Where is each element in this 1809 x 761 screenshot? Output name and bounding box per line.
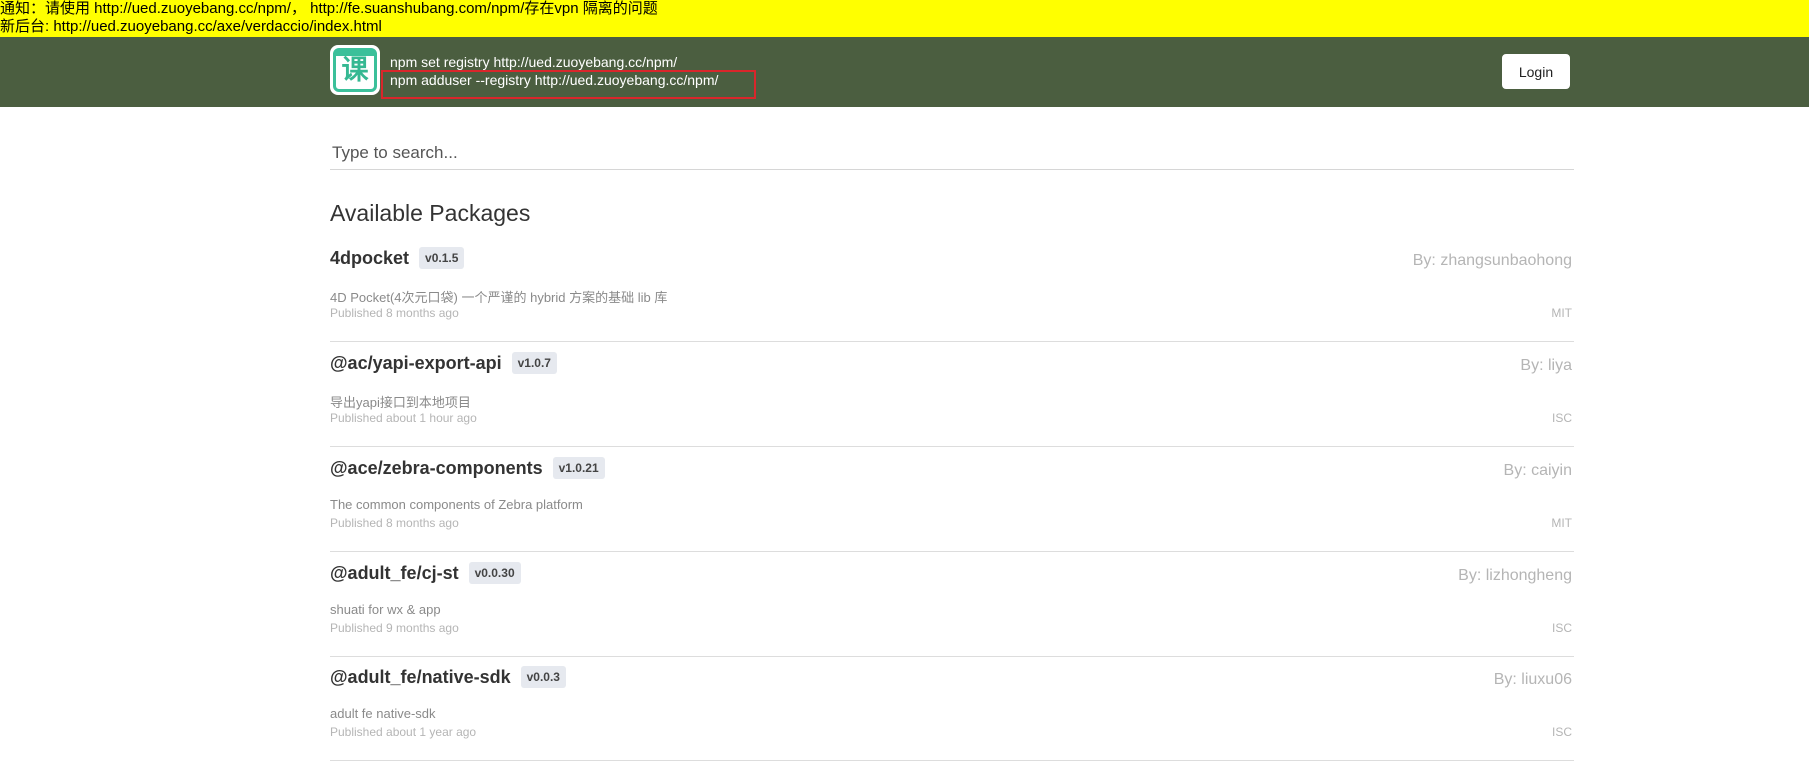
package-version-badge: v0.1.5 [419, 247, 465, 269]
package-author: By: liya [1520, 357, 1572, 374]
package-name-link[interactable]: @ac/yapi-export-api v1.0.7 [330, 352, 557, 374]
login-button[interactable]: Login [1502, 54, 1570, 89]
package-description: The common components of Zebra platform [330, 497, 583, 512]
package-author: By: liuxu06 [1493, 671, 1572, 688]
notice-line-1: 通知：请使用 http://ued.zuoyebang.cc/npm/， htt… [0, 0, 658, 17]
package-item: @ac/yapi-export-api v1.0.7 By: liya 导出yap… [330, 342, 1574, 447]
package-license: ISC [1551, 621, 1572, 635]
notice-banner: 通知：请使用 http://ued.zuoyebang.cc/npm/， htt… [0, 0, 1809, 37]
package-name-link[interactable]: @adult_fe/native-sdk v0.0.3 [330, 666, 566, 688]
package-version-badge: v0.0.3 [520, 666, 566, 688]
package-item: 4dpocket v0.1.5 By: zhangsunbaohong 4D Po… [330, 237, 1574, 342]
package-published: Published 8 months ago [330, 516, 459, 530]
package-description: shuati for wx & app [330, 602, 441, 617]
package-version-badge: v1.0.21 [552, 457, 605, 479]
package-author: By: lizhongheng [1458, 567, 1572, 584]
package-license: MIT [1551, 306, 1572, 320]
package-version-badge: v0.0.30 [468, 562, 521, 584]
package-published: Published 9 months ago [330, 621, 459, 635]
package-name: @adult_fe/cj-st [330, 563, 459, 583]
package-name-link[interactable]: @adult_fe/cj-st v0.0.30 [330, 562, 521, 584]
package-description: adult fe native-sdk [330, 706, 436, 721]
top-header: 课 npm set registry http://ued.zuoyebang.… [0, 37, 1809, 107]
command-highlight-box [381, 70, 756, 99]
package-item: @adult_fe/cj-st v0.0.30 By: lizhongheng s… [330, 552, 1574, 657]
package-author: By: zhangsunbaohong [1412, 252, 1572, 269]
package-name: @ac/yapi-export-api [330, 353, 502, 373]
package-item: @adult_fe/native-sdk v0.0.3 By: liuxu06 a… [330, 656, 1574, 761]
section-title: Available Packages [330, 200, 531, 226]
app-logo[interactable]: 课 [330, 45, 380, 95]
package-name: @adult_fe/native-sdk [330, 667, 511, 687]
package-name-link[interactable]: @ace/zebra-components v1.0.21 [330, 457, 605, 479]
set-registry-command: npm set registry http://ued.zuoyebang.cc… [390, 54, 678, 70]
notice-line-2: 新后台: http://ued.zuoyebang.cc/axe/verdacc… [0, 18, 382, 35]
package-description: 导出yapi接口到本地项目 [330, 395, 471, 410]
package-item: @ace/zebra-components v1.0.21 By: caiyin … [330, 447, 1574, 552]
package-name: 4dpocket [330, 248, 410, 268]
package-description: 4D Pocket(4次元口袋) 一个严谨的 hybrid 方案的基础 lib … [330, 290, 668, 305]
package-name: @ace/zebra-components [330, 458, 543, 478]
package-license: ISC [1551, 411, 1572, 425]
package-license: MIT [1551, 516, 1572, 530]
package-name-link[interactable]: 4dpocket v0.1.5 [330, 247, 465, 269]
search-input[interactable] [330, 136, 1574, 170]
package-license: ISC [1551, 725, 1572, 739]
package-published: Published about 1 hour ago [330, 411, 477, 425]
package-published: Published 8 months ago [330, 306, 459, 320]
package-version-badge: v1.0.7 [511, 352, 557, 374]
package-published: Published about 1 year ago [330, 725, 477, 739]
logo-glyph: 课 [333, 48, 377, 92]
package-author: By: caiyin [1503, 462, 1572, 479]
